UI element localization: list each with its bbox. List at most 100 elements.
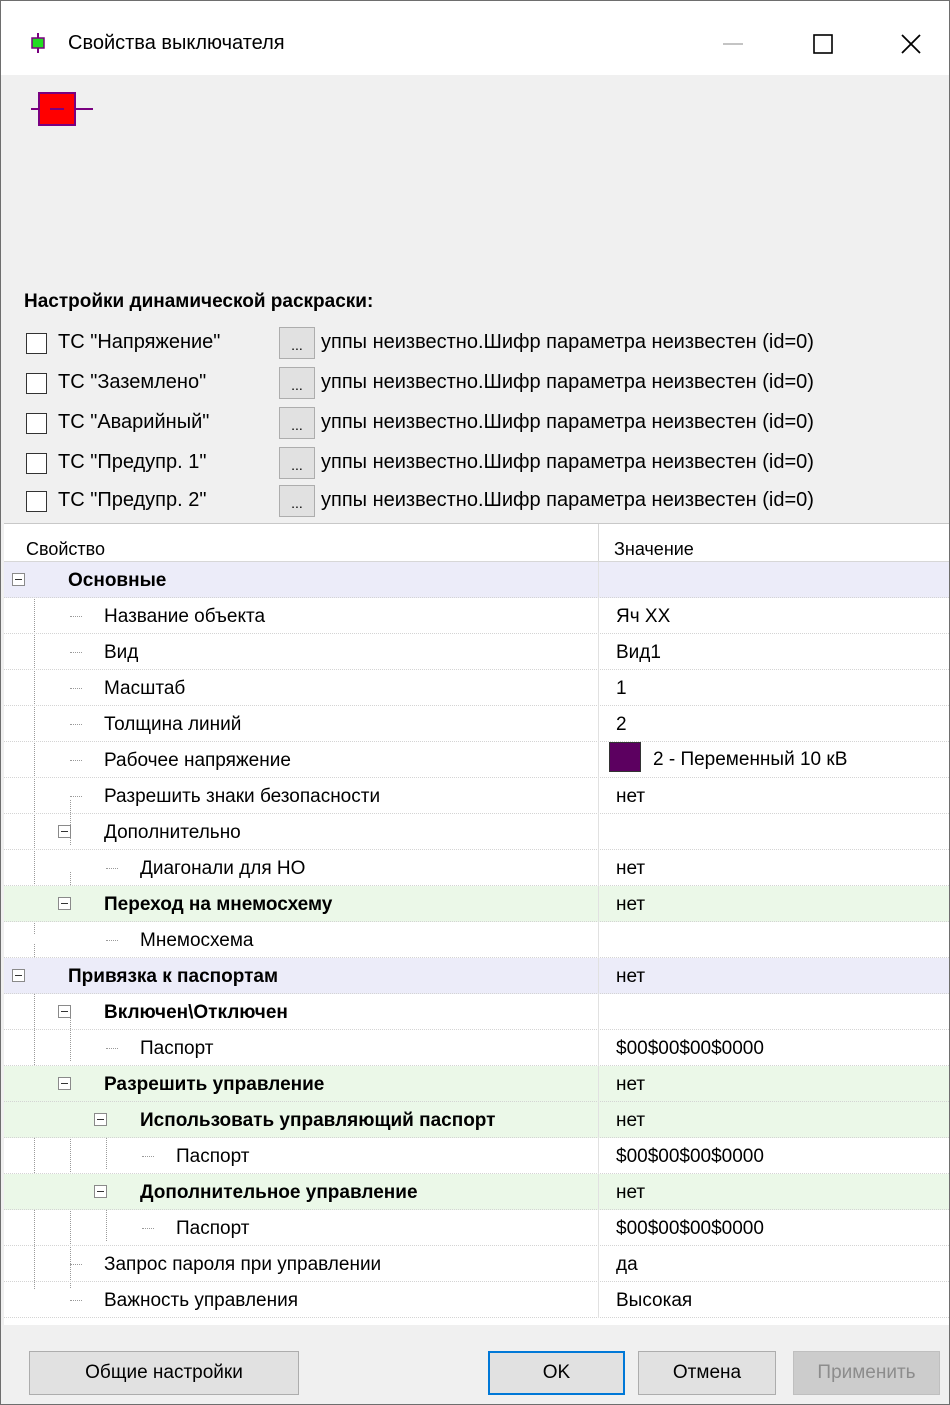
column-divider bbox=[598, 742, 599, 778]
dynamic-label: ТС "Напряжение" bbox=[58, 331, 221, 353]
dynamic-value: уппы неизвестно.Шифр параметра неизвесте… bbox=[321, 331, 814, 353]
row-name: Дополнительное управление bbox=[140, 1182, 418, 1203]
grid-row-group[interactable]: Включен\Отключен bbox=[4, 994, 949, 1030]
minimize-button[interactable] bbox=[705, 23, 761, 63]
ok-button[interactable]: OK bbox=[488, 1351, 625, 1395]
column-divider bbox=[598, 958, 599, 994]
column-divider bbox=[598, 598, 599, 634]
column-divider bbox=[598, 814, 599, 850]
grid-row[interactable]: Рабочее напряжение 2 - Переменный 10 кВ bbox=[4, 742, 949, 778]
window-title: Свойства выключателя bbox=[68, 32, 285, 54]
voltage-checkbox[interactable] bbox=[26, 333, 47, 354]
grid-row[interactable]: Запрос пароля при управлении да bbox=[4, 1246, 949, 1282]
dynamic-value: уппы неизвестно.Шифр параметра неизвесте… bbox=[321, 451, 814, 473]
collapse-icon[interactable] bbox=[58, 897, 71, 910]
maximize-icon bbox=[813, 34, 833, 54]
tree-branch bbox=[70, 1264, 82, 1265]
grounded-checkbox[interactable] bbox=[26, 373, 47, 394]
row-name: Использовать управляющий паспорт bbox=[140, 1110, 496, 1131]
general-settings-button[interactable]: Общие настройки bbox=[29, 1351, 299, 1395]
voltage-color-swatch bbox=[609, 742, 641, 772]
dynamic-label: ТС "Аварийный" bbox=[58, 411, 210, 433]
dynamic-row: ТС "Напряжение" ... уппы неизвестно.Шифр… bbox=[26, 327, 941, 359]
dynamic-row: ТС "Заземлено" ... уппы неизвестно.Шифр … bbox=[26, 367, 941, 399]
row-value: 1 bbox=[616, 678, 627, 699]
value-column-header[interactable]: Значение bbox=[614, 539, 694, 560]
row-value: Вид1 bbox=[616, 642, 661, 663]
collapse-icon[interactable] bbox=[94, 1113, 107, 1126]
row-name: Вид bbox=[104, 642, 139, 663]
preview-area bbox=[1, 75, 949, 285]
grid-row[interactable]: Вид Вид1 bbox=[4, 634, 949, 670]
column-divider bbox=[598, 1030, 599, 1066]
grid-row-group[interactable]: Дополнительно bbox=[4, 814, 949, 850]
apply-button[interactable]: Применить bbox=[793, 1351, 940, 1395]
browse-button[interactable]: ... bbox=[279, 447, 315, 479]
row-name: Основные bbox=[68, 570, 167, 591]
grid-row-group[interactable]: Использовать управляющий паспорт нет bbox=[4, 1102, 949, 1138]
browse-button[interactable]: ... bbox=[279, 367, 315, 399]
row-value: Яч XX bbox=[616, 606, 671, 627]
dialog-footer: Общие настройки OK Отмена Применить bbox=[1, 1327, 949, 1404]
tree-branch bbox=[70, 724, 82, 725]
grid-row[interactable]: Важность управления Высокая bbox=[4, 1282, 949, 1318]
row-name: Паспорт bbox=[176, 1146, 250, 1167]
row-name: Рабочее напряжение bbox=[104, 750, 291, 771]
row-name: Паспорт bbox=[140, 1038, 214, 1059]
warning2-checkbox[interactable] bbox=[26, 491, 47, 512]
grid-row[interactable]: Название объекта Яч XX bbox=[4, 598, 949, 634]
warning1-checkbox[interactable] bbox=[26, 453, 47, 474]
row-value: нет bbox=[616, 858, 646, 879]
browse-button[interactable]: ... bbox=[279, 407, 315, 439]
row-name: Включен\Отключен bbox=[104, 1002, 288, 1023]
column-divider bbox=[598, 1102, 599, 1138]
grid-row-group[interactable]: Дополнительное управление нет bbox=[4, 1174, 949, 1210]
collapse-icon[interactable] bbox=[94, 1185, 107, 1198]
row-name: Толщина линий bbox=[104, 714, 242, 735]
column-divider[interactable] bbox=[598, 524, 599, 562]
row-value: нет bbox=[616, 1182, 646, 1203]
row-value: нет bbox=[616, 786, 646, 807]
property-column-header[interactable]: Свойство bbox=[26, 539, 105, 560]
grid-row[interactable]: Паспорт $00$00$00$0000 bbox=[4, 1030, 949, 1066]
row-name: Название объекта bbox=[104, 606, 266, 627]
column-divider bbox=[598, 994, 599, 1030]
collapse-icon[interactable] bbox=[58, 1077, 71, 1090]
column-divider bbox=[598, 1138, 599, 1174]
row-name: Дополнительно bbox=[104, 822, 241, 843]
row-name: Разрешить управление bbox=[104, 1074, 325, 1095]
dynamic-row: ТС "Аварийный" ... уппы неизвестно.Шифр … bbox=[26, 407, 941, 439]
grid-row-group[interactable]: Переход на мнемосхему нет bbox=[4, 886, 949, 922]
tree-branch bbox=[70, 760, 82, 761]
row-value: 2 bbox=[616, 714, 627, 735]
grid-row[interactable]: Мнемосхема bbox=[4, 922, 949, 958]
cancel-button[interactable]: Отмена bbox=[638, 1351, 776, 1395]
grid-row-category[interactable]: Основные bbox=[4, 562, 949, 598]
row-value: нет bbox=[616, 1074, 646, 1095]
collapse-icon[interactable] bbox=[12, 573, 25, 586]
dynamic-row: ТС "Предупр. 1" ... уппы неизвестно.Шифр… bbox=[26, 447, 941, 479]
grid-row[interactable]: Масштаб 1 bbox=[4, 670, 949, 706]
close-button[interactable] bbox=[883, 23, 939, 63]
collapse-icon[interactable] bbox=[58, 1005, 71, 1018]
grid-row[interactable]: Паспорт $00$00$00$0000 bbox=[4, 1210, 949, 1246]
grid-row-category[interactable]: Привязка к паспортам нет bbox=[4, 958, 949, 994]
browse-button[interactable]: ... bbox=[279, 485, 315, 517]
grid-row[interactable]: Разрешить знаки безопасности нет bbox=[4, 778, 949, 814]
column-divider bbox=[598, 634, 599, 670]
collapse-icon[interactable] bbox=[58, 825, 71, 838]
row-value: $00$00$00$0000 bbox=[616, 1218, 764, 1239]
grid-row[interactable]: Толщина линий 2 bbox=[4, 706, 949, 742]
grid-row[interactable]: Паспорт $00$00$00$0000 bbox=[4, 1138, 949, 1174]
emergency-checkbox[interactable] bbox=[26, 413, 47, 434]
grid-row[interactable]: Диагонали для НО нет bbox=[4, 850, 949, 886]
browse-button[interactable]: ... bbox=[279, 327, 315, 359]
column-divider bbox=[598, 1246, 599, 1282]
collapse-icon[interactable] bbox=[12, 969, 25, 982]
grid-row-group[interactable]: Разрешить управление нет bbox=[4, 1066, 949, 1102]
voltage-value[interactable]: 2 - Переменный 10 кВ bbox=[609, 742, 847, 775]
maximize-button[interactable] bbox=[795, 23, 851, 63]
column-divider bbox=[598, 670, 599, 706]
dynamic-label: ТС "Заземлено" bbox=[58, 371, 207, 393]
row-name: Запрос пароля при управлении bbox=[104, 1254, 382, 1275]
